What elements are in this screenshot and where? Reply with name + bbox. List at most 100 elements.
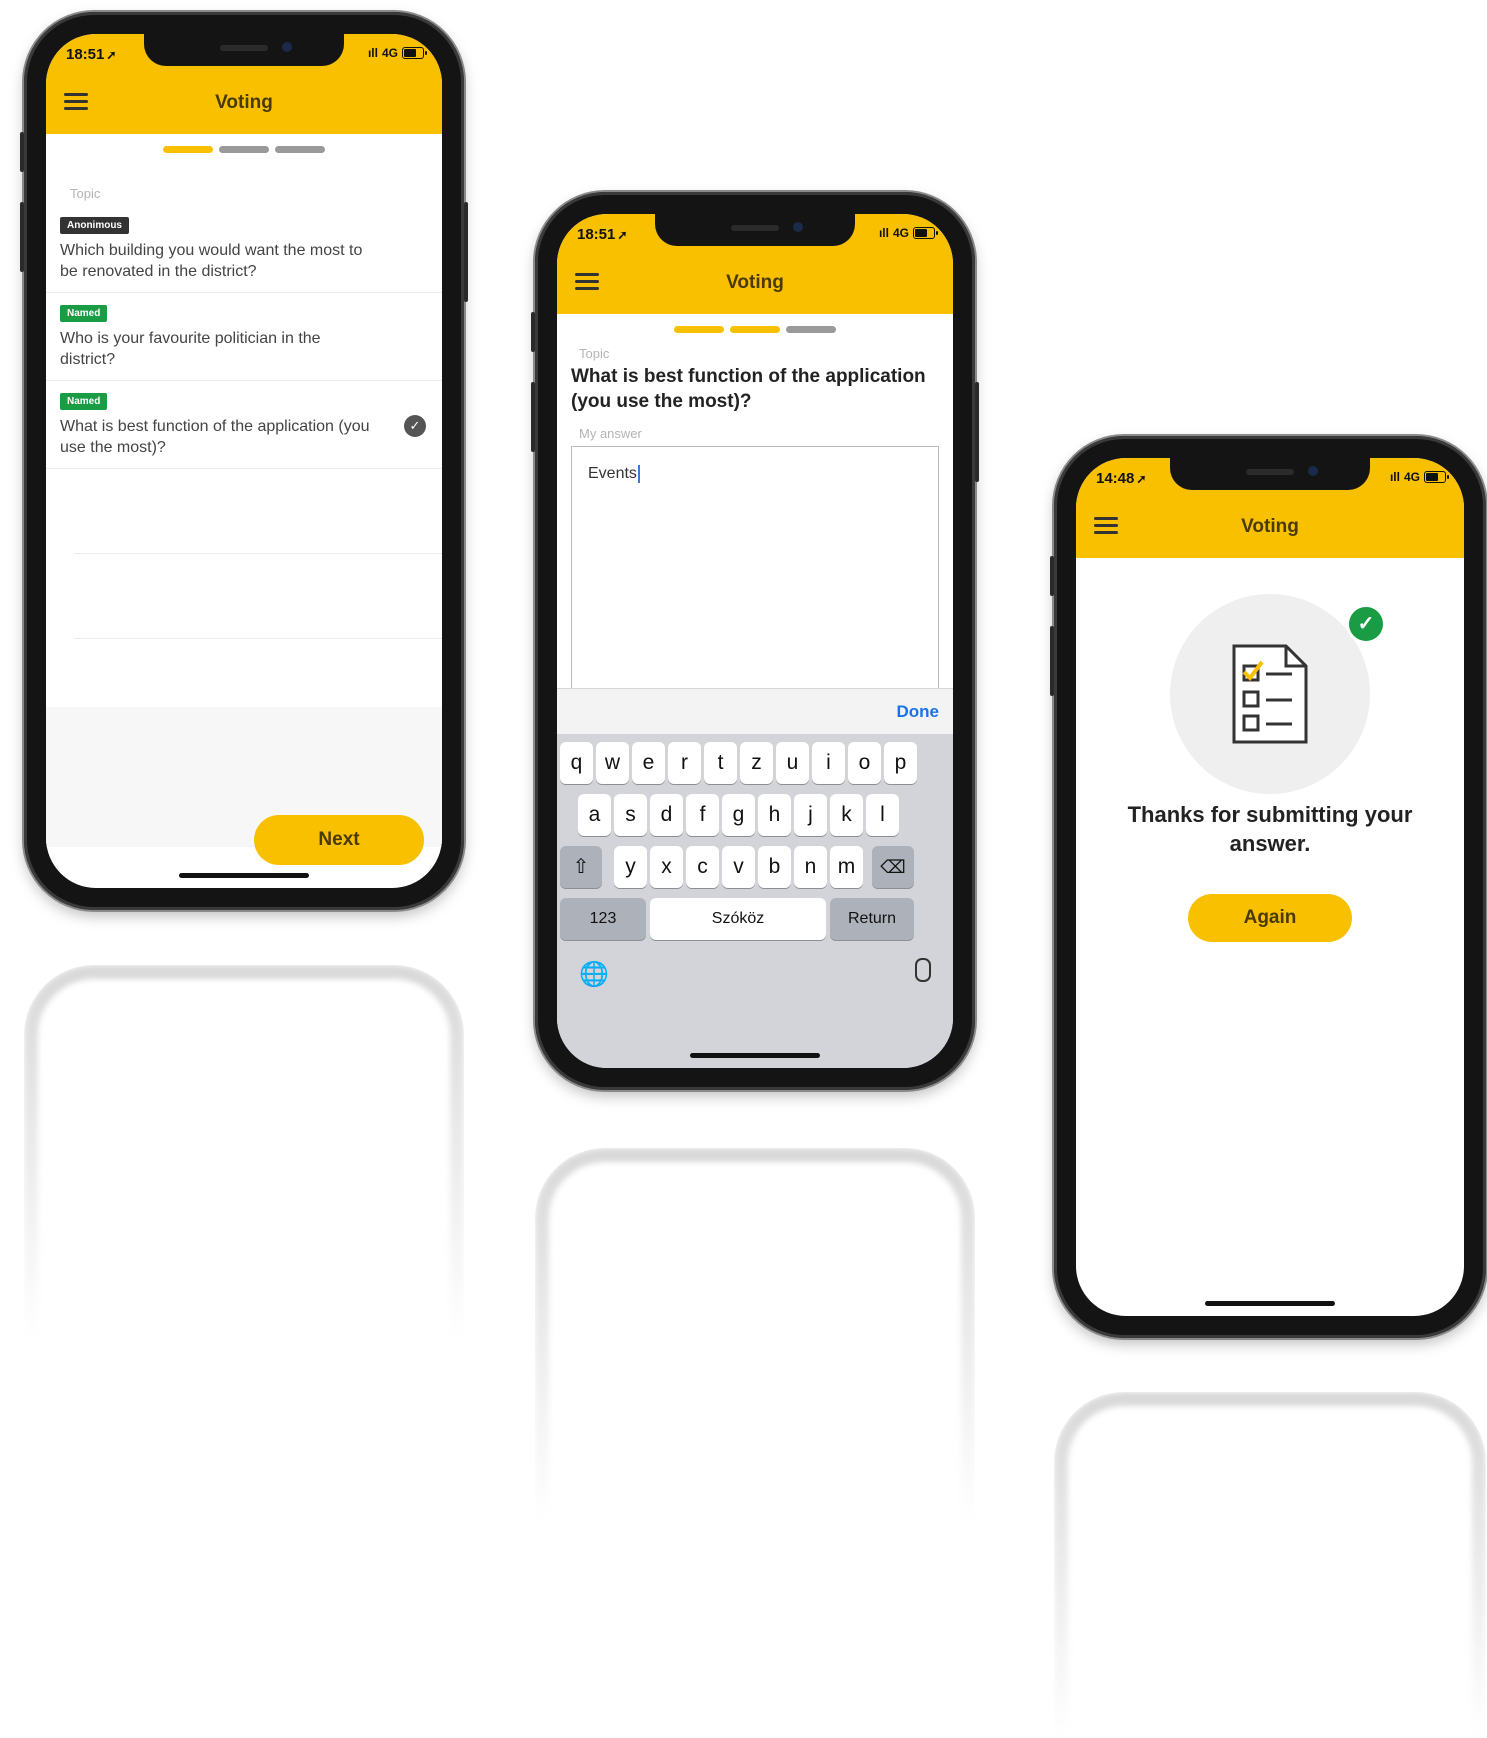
keyboard: q w e r t z u i o p a s d f g h j k l ⇧ … bbox=[557, 734, 953, 1068]
next-button[interactable]: Next bbox=[254, 815, 424, 865]
key[interactable]: t bbox=[704, 742, 737, 784]
home-indicator bbox=[690, 1053, 820, 1058]
status-time: 18:51 bbox=[66, 46, 105, 63]
question-text: What is best function of the application… bbox=[60, 418, 370, 456]
signal-icon: ıll bbox=[367, 46, 378, 60]
named-badge: Named bbox=[60, 393, 108, 410]
key[interactable]: a bbox=[578, 794, 611, 836]
numbers-key[interactable]: 123 bbox=[560, 898, 646, 940]
home-indicator bbox=[179, 873, 309, 878]
screen: Voting 14:48 ➚ ıll 4G ✓ Thanks for submitt… bbox=[1076, 458, 1464, 1316]
location-icon: ➚ bbox=[106, 48, 117, 62]
key[interactable]: s bbox=[614, 794, 647, 836]
globe-icon[interactable]: 🌐 bbox=[579, 960, 609, 989]
key[interactable]: o bbox=[848, 742, 881, 784]
check-icon: ✓ bbox=[404, 415, 426, 437]
answer-textarea[interactable]: Events bbox=[571, 446, 939, 706]
question-item-selected[interactable]: Named What is best function of the appli… bbox=[46, 381, 442, 469]
phone-reflection bbox=[1054, 1392, 1486, 1738]
question-text: Who is your favourite politician in the … bbox=[60, 330, 321, 368]
key[interactable]: c bbox=[686, 846, 719, 888]
key[interactable]: m bbox=[830, 846, 863, 888]
topic-label: Topic bbox=[70, 186, 101, 201]
notch bbox=[655, 214, 855, 246]
network-type: 4G bbox=[1403, 470, 1420, 484]
screen: Voting 18:51 ➚ ıll 4G Topic Anonimous Whic… bbox=[46, 34, 442, 888]
phone-reflection bbox=[24, 965, 464, 1339]
again-button[interactable]: Again bbox=[1188, 894, 1352, 942]
question-item[interactable]: Named Who is your favourite politician i… bbox=[46, 293, 442, 381]
shift-icon[interactable]: ⇧ bbox=[560, 846, 602, 888]
named-badge: Named bbox=[60, 305, 108, 322]
signal-icon: ıll bbox=[1389, 470, 1400, 484]
check-circle-icon: ✓ bbox=[1346, 604, 1386, 644]
status-time: 14:48 bbox=[1096, 470, 1135, 487]
empty-row bbox=[74, 554, 442, 639]
header-title: Voting bbox=[726, 272, 784, 293]
key[interactable]: j bbox=[794, 794, 827, 836]
step-indicator bbox=[557, 326, 953, 333]
key[interactable]: f bbox=[686, 794, 719, 836]
screen: Voting 18:51 ➚ ıll 4G Topic What is best f… bbox=[557, 214, 953, 1068]
anonymous-badge: Anonimous bbox=[60, 217, 129, 234]
bottom-bar: Next bbox=[46, 707, 442, 865]
battery-icon bbox=[1424, 471, 1449, 483]
done-button[interactable]: Done bbox=[897, 702, 940, 722]
return-key[interactable]: Return bbox=[830, 898, 914, 940]
phone-question-list: Voting 18:51 ➚ ıll 4G Topic Anonimous Whic… bbox=[20, 12, 468, 910]
text-caret bbox=[637, 465, 640, 483]
phone-answer-input: Voting 18:51 ➚ ıll 4G Topic What is best f… bbox=[531, 192, 979, 1090]
answer-value: Events bbox=[588, 465, 637, 483]
status-time: 18:51 bbox=[577, 226, 616, 243]
question-list: Topic Anonimous Which building you would… bbox=[46, 186, 442, 724]
side-button bbox=[975, 382, 979, 482]
key[interactable]: u bbox=[776, 742, 809, 784]
phone-confirmation: Voting 14:48 ➚ ıll 4G ✓ Thanks for submitt… bbox=[1050, 436, 1486, 1338]
location-icon: ➚ bbox=[1136, 472, 1147, 486]
space-key[interactable]: Szóköz bbox=[650, 898, 826, 940]
thanks-message: Thanks for submitting your answer. bbox=[1127, 802, 1413, 856]
keyboard-row-3: ⇧ y x c v b n m ⌫ bbox=[557, 846, 953, 888]
network-type: 4G bbox=[892, 226, 909, 240]
header-title: Voting bbox=[215, 92, 273, 113]
key[interactable]: k bbox=[830, 794, 863, 836]
key[interactable]: b bbox=[758, 846, 791, 888]
notch bbox=[144, 34, 344, 66]
key[interactable]: e bbox=[632, 742, 665, 784]
side-button bbox=[531, 382, 535, 452]
side-button bbox=[1050, 626, 1054, 696]
key[interactable]: l bbox=[866, 794, 899, 836]
key[interactable]: y bbox=[614, 846, 647, 888]
key[interactable]: i bbox=[812, 742, 845, 784]
key[interactable]: q bbox=[560, 742, 593, 784]
header-title: Voting bbox=[1241, 516, 1299, 537]
backspace-icon[interactable]: ⌫ bbox=[872, 846, 914, 888]
side-button bbox=[464, 202, 468, 302]
question-item[interactable]: Anonimous Which building you would want … bbox=[46, 205, 442, 293]
side-button bbox=[531, 312, 535, 352]
illustration-circle bbox=[1170, 594, 1370, 794]
notch bbox=[1170, 458, 1370, 490]
key[interactable]: r bbox=[668, 742, 701, 784]
key[interactable]: v bbox=[722, 846, 755, 888]
topic-label: Topic bbox=[579, 346, 610, 361]
key[interactable]: z bbox=[740, 742, 773, 784]
signal-icon: ıll bbox=[878, 226, 889, 240]
step-indicator bbox=[46, 146, 442, 153]
keyboard-row-2: a s d f g h j k l bbox=[557, 794, 953, 836]
key[interactable]: n bbox=[794, 846, 827, 888]
side-button bbox=[20, 202, 24, 272]
empty-row bbox=[74, 469, 442, 554]
key[interactable]: h bbox=[758, 794, 791, 836]
key[interactable]: d bbox=[650, 794, 683, 836]
key[interactable]: x bbox=[650, 846, 683, 888]
battery-icon bbox=[402, 47, 427, 59]
network-type: 4G bbox=[381, 46, 398, 60]
battery-icon bbox=[913, 227, 938, 239]
key[interactable]: g bbox=[722, 794, 755, 836]
answer-label: My answer bbox=[579, 426, 642, 441]
key[interactable]: w bbox=[596, 742, 629, 784]
location-icon: ➚ bbox=[617, 228, 628, 242]
microphone-icon[interactable] bbox=[915, 958, 931, 982]
key[interactable]: p bbox=[884, 742, 917, 784]
